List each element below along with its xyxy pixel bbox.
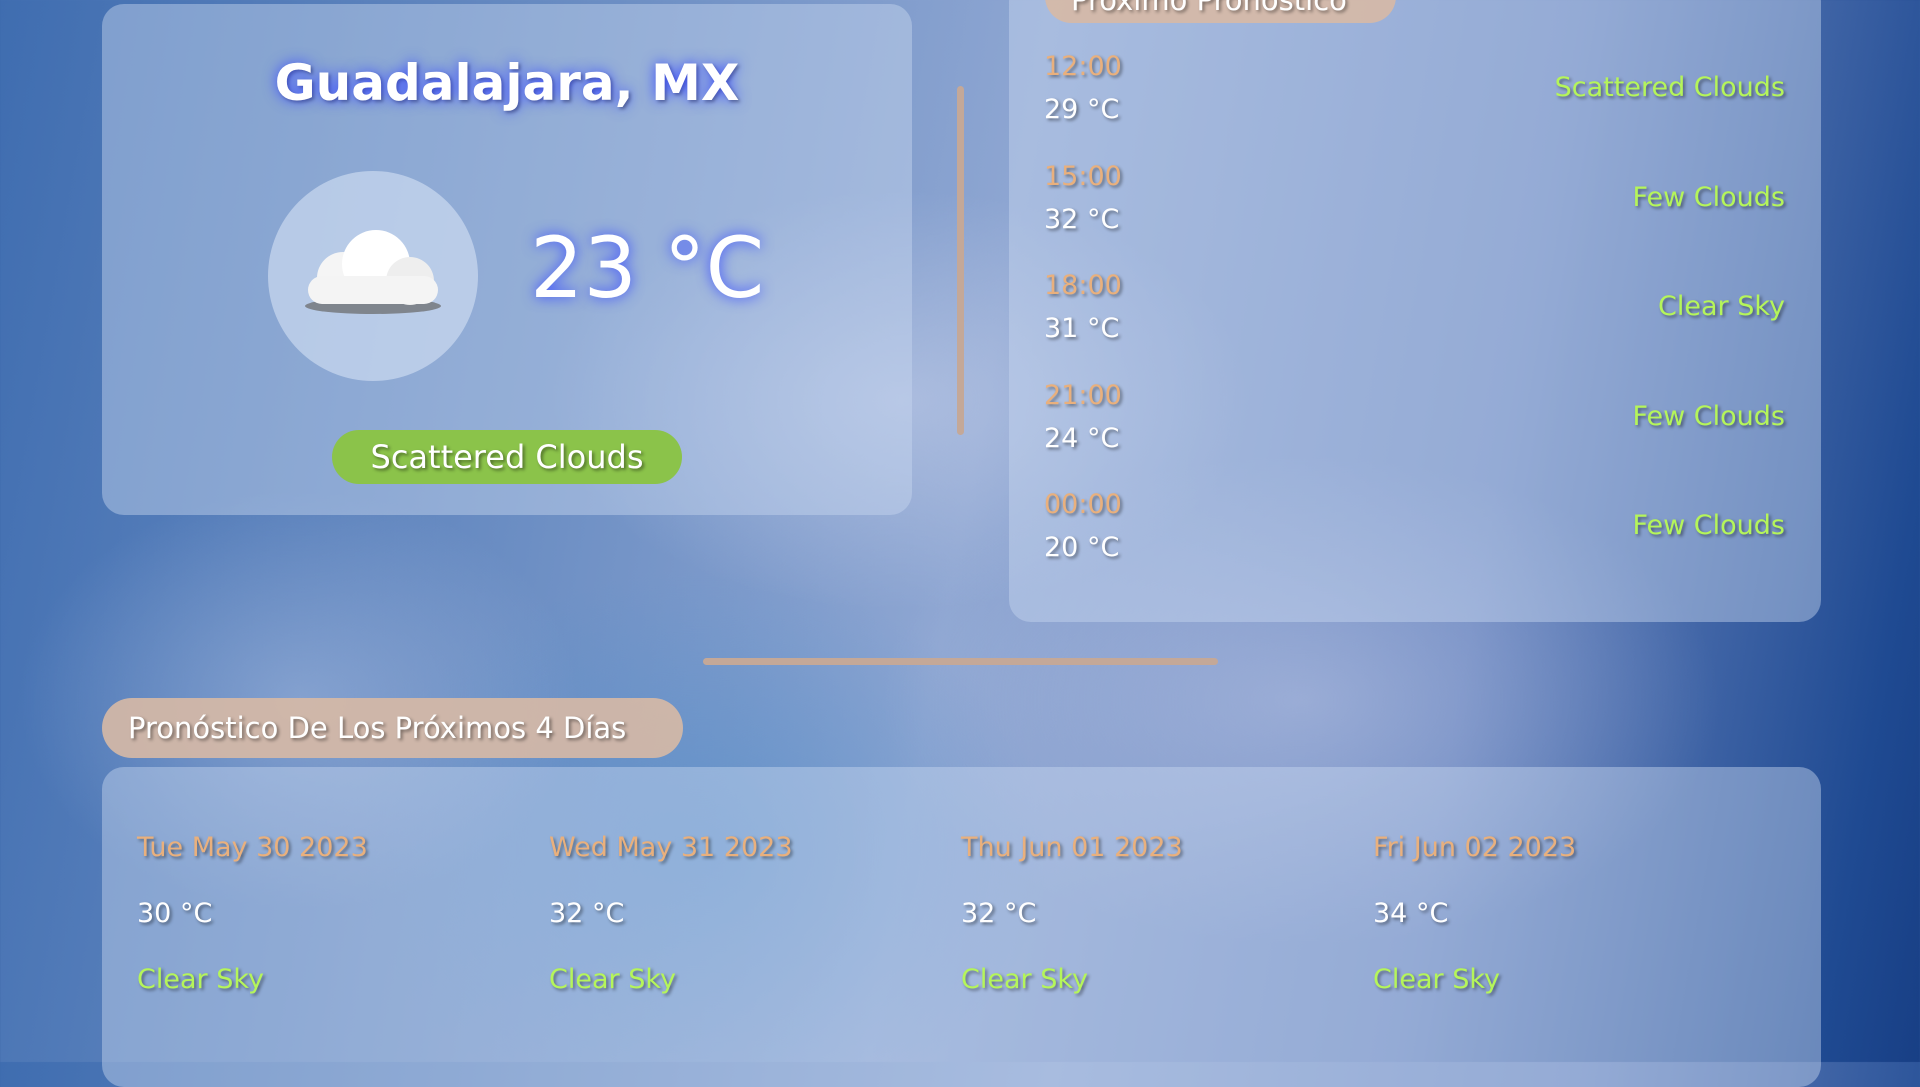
day-temp: 30 °C xyxy=(137,898,213,929)
day-date: Wed May 31 2023 xyxy=(549,832,793,863)
forecast-desc: Scattered Clouds xyxy=(1554,72,1785,103)
current-description-badge: Scattered Clouds xyxy=(332,430,682,484)
day-temp: 34 °C xyxy=(1373,898,1449,929)
day-temp: 32 °C xyxy=(549,898,625,929)
days-forecast-title: Pronóstico De Los Próximos 4 Días xyxy=(102,698,683,758)
day-date: Tue May 30 2023 xyxy=(137,832,368,863)
day-desc: Clear Sky xyxy=(1373,964,1500,995)
forecast-temp: 32 °C xyxy=(1044,203,1120,235)
forecast-desc: Few Clouds xyxy=(1632,510,1785,541)
forecast-time: 18:00 xyxy=(1044,270,1122,301)
next-forecast-title: Próximo Pronóstico xyxy=(1045,0,1396,23)
day-date: Thu Jun 01 2023 xyxy=(961,832,1183,863)
forecast-desc: Few Clouds xyxy=(1632,400,1785,432)
next-forecast-card: Próximo Pronóstico 12:00 29 °C Scattered… xyxy=(1009,0,1821,622)
horizontal-divider xyxy=(703,658,1218,665)
day-desc: Clear Sky xyxy=(961,964,1088,995)
weather-icon-circle xyxy=(268,171,478,381)
forecast-temp: 29 °C xyxy=(1044,94,1120,125)
day-temp: 32 °C xyxy=(961,898,1037,929)
forecast-temp: 24 °C xyxy=(1044,422,1120,454)
day-date: Fri Jun 02 2023 xyxy=(1373,832,1577,863)
forecast-desc: Few Clouds xyxy=(1632,181,1785,213)
forecast-time: 00:00 xyxy=(1044,489,1122,520)
forecast-time: 12:00 xyxy=(1044,51,1122,82)
day-desc: Clear Sky xyxy=(137,964,264,995)
forecast-time: 21:00 xyxy=(1044,379,1122,411)
cloud-icon xyxy=(305,230,441,314)
forecast-temp: 31 °C xyxy=(1044,313,1120,344)
forecast-temp: 20 °C xyxy=(1044,532,1120,563)
current-temperature: 23 °C xyxy=(530,219,765,317)
day-desc: Clear Sky xyxy=(549,964,676,995)
vertical-divider xyxy=(957,86,964,435)
forecast-desc: Clear Sky xyxy=(1658,291,1785,322)
city-name: Guadalajara, MX xyxy=(274,54,740,112)
forecast-time: 15:00 xyxy=(1044,160,1122,192)
current-weather-card: Guadalajara, MX 23 °C Scattered Clouds xyxy=(102,4,912,515)
days-forecast-card: Tue May 30 2023 30 °C Clear Sky Wed May … xyxy=(102,767,1821,1087)
